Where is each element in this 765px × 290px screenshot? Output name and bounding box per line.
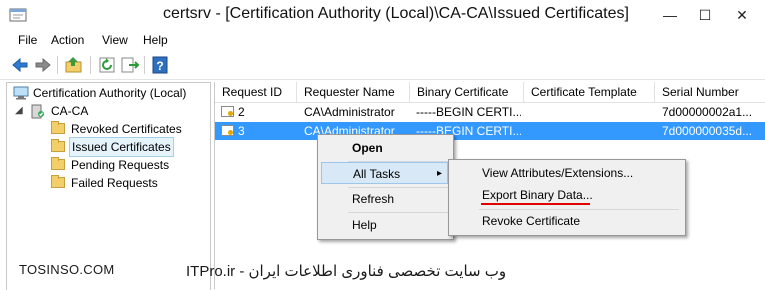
window-title: certsrv - [Certification Authority (Loca…	[163, 5, 629, 22]
toolbar: ?	[0, 51, 765, 80]
column-header-certificate-template[interactable]: Certificate Template	[524, 82, 655, 102]
tree-root-label: Certification Authority (Local)	[33, 86, 187, 100]
folder-icon	[51, 175, 65, 188]
menu-item-refresh[interactable]: Refresh	[321, 188, 448, 210]
cell-requester-name: CA\Administrator	[304, 105, 395, 119]
menu-file[interactable]: File	[18, 33, 37, 47]
folder-icon	[51, 157, 65, 170]
svg-text:?: ?	[156, 59, 163, 73]
cell-certificate-template	[531, 122, 651, 140]
menu-help[interactable]: Help	[143, 33, 168, 47]
cell-binary-certificate: -----BEGIN CERTI...	[416, 105, 521, 119]
column-header-requester-name[interactable]: Requester Name	[297, 82, 410, 102]
toolbar-separator	[57, 56, 58, 74]
export-list-icon[interactable]	[120, 55, 140, 75]
menu-item-label: All Tasks	[353, 167, 401, 181]
ca-server-icon	[31, 104, 44, 119]
folder-icon	[51, 121, 65, 134]
close-button[interactable]: ✕	[725, 4, 759, 26]
context-menu: Open All Tasks ▸ Refresh Help	[317, 134, 454, 240]
menu-item-revoke-certificate[interactable]: Revoke Certificate	[452, 210, 680, 232]
watermark-itpro: ITPro.ir - وب سایت تخصصی فناوری اطلاعات …	[186, 263, 507, 280]
cell-serial-number: 7d000000035d...	[662, 124, 753, 138]
tree-label: Failed Requests	[71, 176, 158, 190]
refresh-icon[interactable]	[97, 55, 117, 75]
menu-item-view-attributes[interactable]: View Attributes/Extensions...	[452, 162, 680, 184]
certificate-icon	[221, 125, 234, 136]
cell-serial-number: 7d00000002a1...	[662, 105, 753, 119]
menu-item-all-tasks[interactable]: All Tasks ▸	[321, 162, 448, 184]
title-bar: certsrv - [Certification Authority (Loca…	[0, 0, 765, 31]
column-header-serial-number[interactable]: Serial Number	[655, 82, 765, 102]
mmc-window: certsrv - [Certification Authority (Loca…	[0, 0, 765, 290]
menu-action[interactable]: Action	[51, 33, 84, 47]
cell-request-id: 2	[238, 105, 245, 119]
menu-item-open[interactable]: Open	[321, 137, 448, 159]
list-header: Request ID Requester Name Binary Certifi…	[215, 82, 765, 103]
console-tree: Certification Authority (Local) ◢ CA-CA …	[6, 82, 211, 290]
menu-separator	[348, 212, 448, 213]
certificate-icon	[221, 106, 234, 117]
tree-label: Issued Certificates	[69, 137, 174, 157]
tree-label: Pending Requests	[71, 158, 170, 172]
minimize-button[interactable]: —	[655, 4, 685, 26]
table-row[interactable]: 2 CA\Administrator -----BEGIN CERTI... 7…	[215, 103, 765, 121]
column-header-binary-certificate[interactable]: Binary Certificate	[410, 82, 524, 102]
toolbar-separator	[90, 56, 91, 74]
folder-icon	[51, 139, 65, 152]
red-underline-annotation	[481, 203, 590, 205]
computer-icon	[13, 86, 29, 100]
submenu-arrow-icon: ▸	[437, 168, 443, 179]
all-tasks-submenu: View Attributes/Extensions... Export Bin…	[448, 159, 686, 236]
forward-icon[interactable]	[33, 55, 53, 75]
menu-view[interactable]: View	[102, 33, 128, 47]
table-row-selected[interactable]: 3 CA\Administrator -----BEGIN CERTI... 7…	[215, 122, 765, 140]
menu-bar: File Action View Help	[0, 31, 765, 51]
maximize-button[interactable]: ☐	[690, 4, 720, 26]
tree-ca-label: CA-CA	[51, 104, 89, 118]
watermark-tosinso: TOSINSO.COM	[19, 262, 115, 277]
cell-request-id: 3	[238, 124, 245, 138]
back-icon[interactable]	[10, 55, 30, 75]
up-folder-icon[interactable]	[64, 55, 84, 75]
expand-arrow-icon[interactable]: ◢	[15, 102, 23, 120]
tree-label: Revoked Certificates	[71, 122, 182, 136]
menu-item-help[interactable]: Help	[321, 214, 448, 236]
cell-certificate-template	[531, 103, 651, 121]
toolbar-separator	[144, 56, 145, 74]
column-header-request-id[interactable]: Request ID	[215, 82, 297, 102]
certsrv-app-icon	[9, 8, 27, 22]
help-icon[interactable]: ?	[150, 55, 170, 75]
